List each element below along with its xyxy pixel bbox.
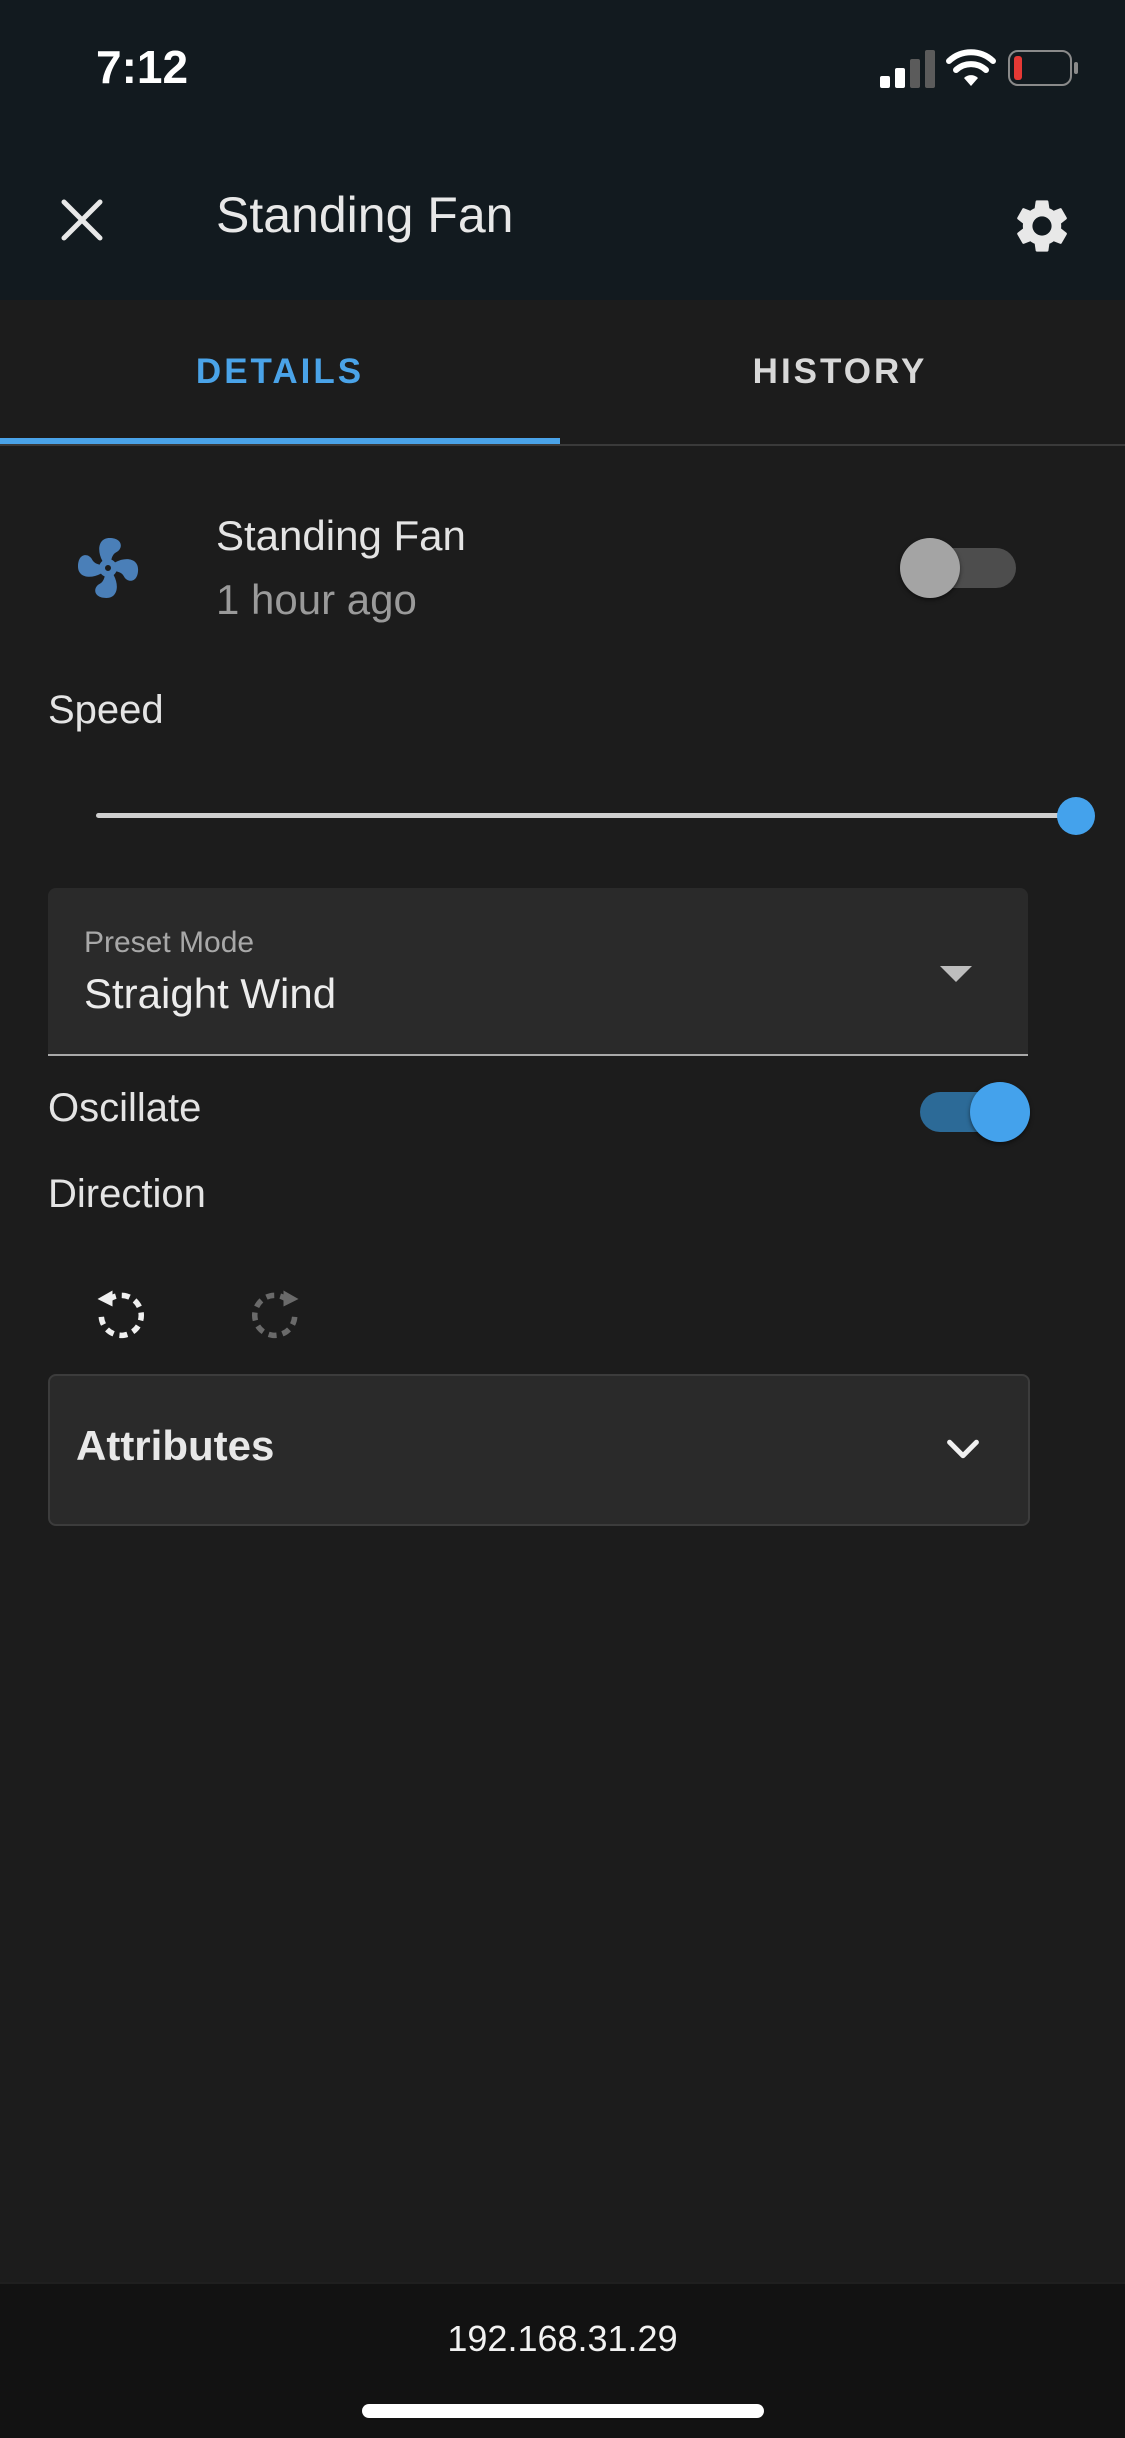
direction-reverse-button[interactable] xyxy=(84,1280,156,1352)
preset-mode-value: Straight Wind xyxy=(84,970,337,1017)
oscillate-toggle[interactable] xyxy=(920,1082,1030,1142)
dropdown-arrow-icon xyxy=(940,966,972,982)
attributes-expander[interactable]: Attributes xyxy=(48,1374,1030,1526)
oscillate-label: Oscillate xyxy=(48,1086,202,1130)
status-time: 7:12 xyxy=(96,41,189,93)
speed-slider-rail xyxy=(96,813,1076,818)
preset-mode-label: Preset Mode xyxy=(84,926,255,959)
power-toggle-thumb xyxy=(900,538,960,598)
status-bar: 7:12 xyxy=(0,0,1125,140)
speed-slider[interactable] xyxy=(96,790,1095,840)
attributes-title: Attributes xyxy=(76,1422,275,1469)
dialog-title: Standing Fan xyxy=(216,187,514,243)
close-button[interactable] xyxy=(46,184,118,256)
tab-details[interactable]: DETAILS xyxy=(0,300,560,444)
oscillate-toggle-thumb xyxy=(970,1082,1030,1142)
power-toggle[interactable] xyxy=(900,538,1016,598)
browser-bottom-bar: 192.168.31.29 xyxy=(0,2282,1125,2438)
home-indicator[interactable] xyxy=(362,2404,764,2418)
battery-low-icon xyxy=(1008,50,1078,86)
chevron-down-icon xyxy=(947,1439,979,1459)
settings-button[interactable] xyxy=(1000,184,1084,268)
app-bar: Standing Fan xyxy=(0,140,1125,300)
tab-divider xyxy=(0,444,1125,446)
speed-label: Speed xyxy=(48,688,164,732)
cellular-signal-icon xyxy=(880,50,935,88)
rotate-left-icon xyxy=(97,1290,144,1339)
wifi-icon xyxy=(946,49,996,86)
preset-mode-select[interactable]: Preset Mode Straight Wind xyxy=(48,888,1028,1056)
speed-slider-knob[interactable] xyxy=(1057,797,1095,835)
fan-icon xyxy=(78,538,139,598)
gear-icon xyxy=(1017,200,1067,252)
tab-bar: DETAILS HISTORY xyxy=(0,300,1125,446)
direction-label: Direction xyxy=(48,1172,206,1216)
entity-name: Standing Fan xyxy=(216,512,466,559)
rotate-right-icon xyxy=(252,1290,299,1339)
last-changed: 1 hour ago xyxy=(216,576,417,623)
tab-history[interactable]: HISTORY xyxy=(560,300,1120,444)
host-address: 192.168.31.29 xyxy=(447,2318,678,2359)
close-icon xyxy=(61,199,103,241)
direction-forward-button[interactable] xyxy=(240,1280,312,1352)
